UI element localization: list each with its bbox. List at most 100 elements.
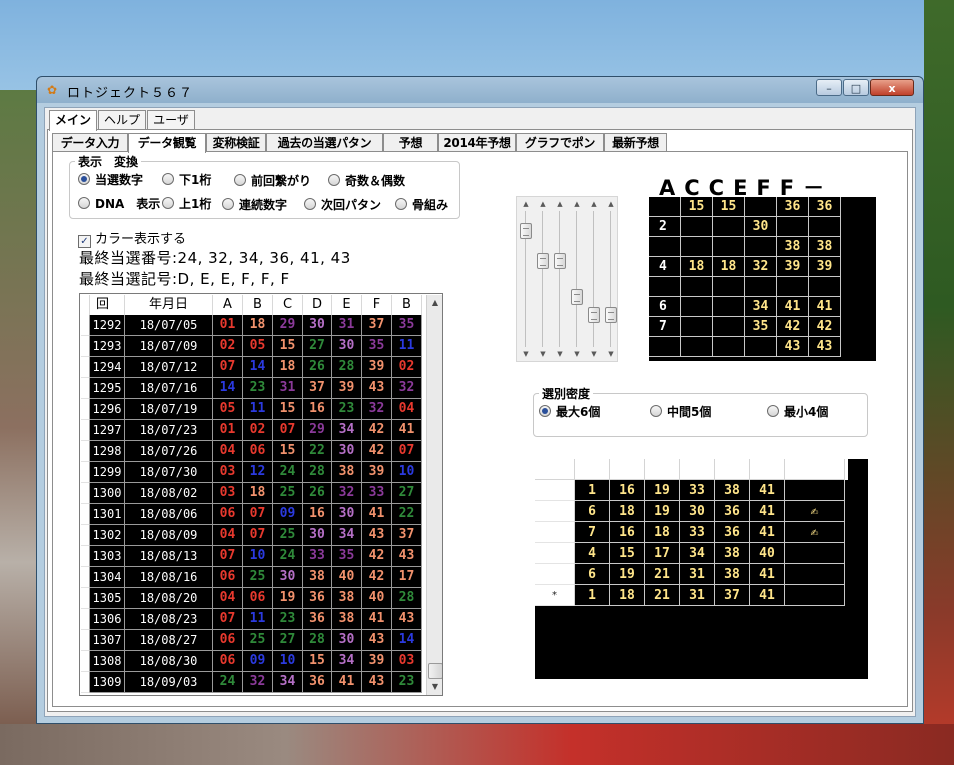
header-date[interactable]: 年月日 (125, 295, 213, 315)
result-cell[interactable]: 6 (575, 501, 610, 522)
result-cell[interactable]: 31 (680, 585, 715, 606)
radio-odd-even[interactable]: 奇数＆偶数 (328, 173, 405, 189)
cell-number[interactable]: 05 (213, 399, 243, 420)
cell-number[interactable]: 30 (332, 441, 362, 462)
cell-number[interactable]: 28 (303, 462, 332, 483)
cell-number[interactable]: 43 (362, 525, 392, 546)
cell-number[interactable]: 32 (362, 399, 392, 420)
cell-number[interactable]: 43 (392, 609, 422, 630)
cell-number[interactable]: 30 (303, 525, 332, 546)
cell-number[interactable]: 37 (392, 525, 422, 546)
cell-number[interactable]: 34 (332, 651, 362, 672)
slider-knob[interactable] (520, 223, 532, 239)
cell-date[interactable]: 18/07/12 (125, 357, 213, 378)
close-button[interactable]: x (870, 79, 914, 96)
cell-number[interactable]: 35 (392, 315, 422, 336)
cell-number[interactable]: 42 (362, 546, 392, 567)
cell-number[interactable]: 42 (362, 441, 392, 462)
result-cell[interactable]: 15 (610, 543, 645, 564)
cell-round[interactable]: 1301 (90, 504, 125, 525)
cell-number[interactable]: 09 (273, 504, 303, 525)
result-header-cell[interactable] (645, 459, 680, 480)
result-cell[interactable]: 37 (715, 585, 750, 606)
cell-round[interactable]: 1308 (90, 651, 125, 672)
result-cell[interactable]: 41 (750, 501, 785, 522)
header-a[interactable]: A (213, 295, 243, 315)
cell-number[interactable]: 23 (273, 609, 303, 630)
radio-framework[interactable]: 骨組み (395, 197, 448, 213)
radio-previous-link[interactable]: 前回繋がり (234, 173, 311, 189)
row-selector[interactable] (81, 609, 90, 630)
scroll-thumb[interactable] (428, 663, 442, 679)
radio-mid-5[interactable]: 中間5個 (650, 404, 711, 420)
cell-date[interactable]: 18/09/03 (125, 672, 213, 693)
cell-number[interactable]: 39 (332, 378, 362, 399)
result-cell[interactable]: 30 (680, 501, 715, 522)
radio-consecutive[interactable]: 連続数字 (222, 197, 287, 213)
tab-prediction[interactable]: 予想 (383, 133, 438, 152)
radio-dna-display[interactable]: DNA 表示 (78, 196, 160, 212)
radio-min-4[interactable]: 最小4個 (767, 404, 828, 420)
slider-up-arrow[interactable]: ▲ (587, 199, 601, 209)
cell-round[interactable]: 1292 (90, 315, 125, 336)
cell-number[interactable]: 18 (243, 483, 273, 504)
cell-number[interactable]: 27 (303, 336, 332, 357)
cell-number[interactable]: 41 (362, 504, 392, 525)
result-edit-mark-icon[interactable] (785, 585, 845, 606)
cell-number[interactable]: 02 (392, 357, 422, 378)
cell-round[interactable]: 1307 (90, 630, 125, 651)
cell-number[interactable]: 06 (213, 630, 243, 651)
cell-round[interactable]: 1293 (90, 336, 125, 357)
cell-number[interactable]: 18 (273, 357, 303, 378)
result-cell[interactable]: 33 (680, 522, 715, 543)
result-cell[interactable]: 4 (575, 543, 610, 564)
cell-date[interactable]: 18/08/02 (125, 483, 213, 504)
cell-number[interactable]: 28 (332, 357, 362, 378)
cell-number[interactable]: 01 (213, 420, 243, 441)
row-selector[interactable] (81, 336, 90, 357)
cell-number[interactable]: 42 (362, 567, 392, 588)
cell-round[interactable]: 1296 (90, 399, 125, 420)
cell-number[interactable]: 33 (303, 546, 332, 567)
cell-number[interactable]: 41 (362, 609, 392, 630)
cell-number[interactable]: 15 (303, 651, 332, 672)
table-vertical-scrollbar[interactable]: ▲ ▼ (426, 295, 442, 695)
cell-number[interactable]: 02 (243, 420, 273, 441)
cell-date[interactable]: 18/07/30 (125, 462, 213, 483)
cell-number[interactable]: 11 (243, 609, 273, 630)
radio-winning-numbers[interactable]: 当選数字 (78, 172, 143, 188)
cell-number[interactable]: 24 (273, 546, 303, 567)
slider-up-arrow[interactable]: ▲ (519, 199, 533, 209)
result-header-cell[interactable] (535, 459, 575, 480)
result-edit-mark-icon[interactable]: ✍ (785, 522, 845, 543)
row-selector[interactable] (81, 420, 90, 441)
cell-round[interactable]: 1300 (90, 483, 125, 504)
cell-number[interactable]: 06 (213, 651, 243, 672)
result-edit-mark-icon[interactable] (785, 543, 845, 564)
slider-knob[interactable] (537, 253, 549, 269)
cell-number[interactable]: 43 (392, 546, 422, 567)
cell-number[interactable]: 32 (243, 672, 273, 693)
cell-date[interactable]: 18/08/16 (125, 567, 213, 588)
cell-round[interactable]: 1294 (90, 357, 125, 378)
header-c[interactable]: C (273, 295, 303, 315)
cell-number[interactable]: 39 (362, 462, 392, 483)
result-header-cell[interactable] (715, 459, 750, 480)
cell-number[interactable]: 07 (273, 420, 303, 441)
result-edit-mark-icon[interactable]: ✍ (785, 501, 845, 522)
row-selector[interactable] (81, 441, 90, 462)
tab-latest-prediction[interactable]: 最新予想 (604, 133, 667, 152)
result-cell[interactable]: 41 (750, 480, 785, 501)
row-selector[interactable] (81, 546, 90, 567)
cell-round[interactable]: 1297 (90, 420, 125, 441)
cell-number[interactable]: 18 (243, 315, 273, 336)
cell-round[interactable]: 1303 (90, 546, 125, 567)
cell-number[interactable]: 10 (273, 651, 303, 672)
header-bonus[interactable]: B (392, 295, 422, 315)
radio-max-6[interactable]: 最大6個 (539, 404, 600, 420)
cell-number[interactable]: 30 (332, 504, 362, 525)
cell-number[interactable]: 38 (332, 609, 362, 630)
result-header-cell[interactable] (610, 459, 645, 480)
result-cell[interactable]: 34 (680, 543, 715, 564)
tab-data-view[interactable]: データ観覧 (128, 133, 206, 153)
